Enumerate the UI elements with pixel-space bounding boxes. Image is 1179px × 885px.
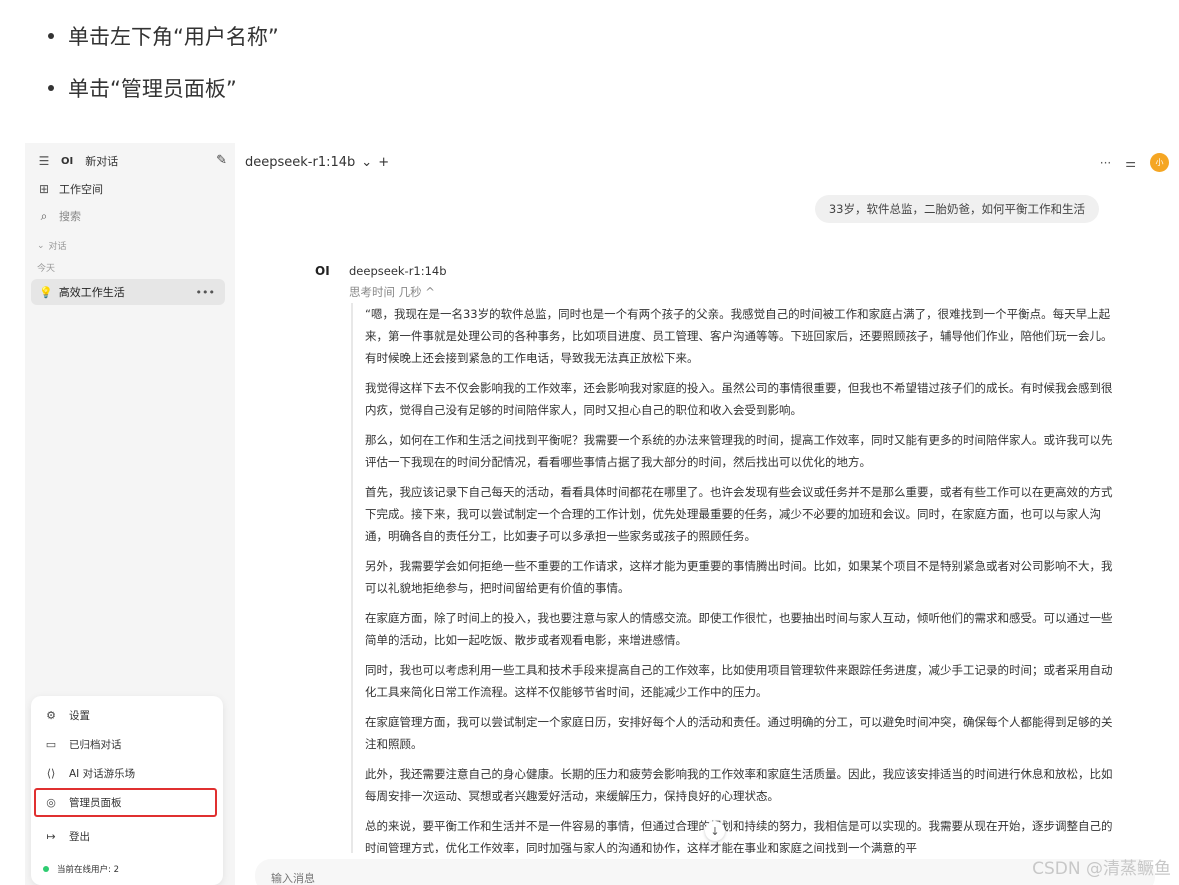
watermark: CSDN @清蒸鳜鱼	[1032, 859, 1171, 879]
avatar[interactable]: 小	[1150, 153, 1169, 172]
section-chats[interactable]: ⌄ 对话	[37, 239, 67, 253]
highlight-box	[34, 788, 217, 817]
ai-logo: OI	[315, 264, 330, 278]
instruction-step-2: 单击“管理员面板”	[48, 70, 279, 106]
group-today: 今天	[37, 264, 56, 274]
new-chat-edit-icon[interactable]: ✎	[216, 153, 227, 168]
message-input-box[interactable]	[255, 859, 1155, 885]
gear-icon: ⚙	[46, 709, 56, 722]
instruction-text: 单击左下角“用户名称”	[68, 25, 279, 49]
instruction-text: 单击“管理员面板”	[68, 77, 237, 101]
new-chat-row[interactable]: ☰ OI 新对话	[35, 153, 119, 169]
scroll-down-icon[interactable]: ↓	[705, 821, 725, 841]
menu-item-label: AI 对话游乐场	[69, 768, 136, 780]
search-icon: ⌕	[40, 208, 48, 223]
menu-item-playground[interactable]: ⟨⟩ AI 对话游乐场	[43, 766, 135, 781]
menu-icon[interactable]: ☰	[35, 154, 53, 168]
reasoning-paragraph: 那么，如何在工作和生活之间找到平衡呢？我需要一个系统的办法来管理我的时间，提高工…	[365, 433, 1113, 469]
menu-item-label: 已归档对话	[69, 739, 122, 751]
ai-model-name: deepseek-r1:14b	[349, 264, 447, 278]
message-input[interactable]	[269, 871, 873, 885]
sidebar: ☰ OI 新对话 ✎ ⊞ 工作空间 ⌕ 搜索 ⌄ 对话 今天 💡 高效工作生活 …	[25, 143, 235, 885]
workspace-label: 工作空间	[59, 183, 103, 196]
new-chat-label[interactable]: 新对话	[85, 153, 118, 169]
reasoning-paragraph: 总的来说，要平衡工作和生活并不是一件容易的事情，但通过合理的规划和持续的努力，我…	[365, 819, 1113, 853]
thinking-toggle[interactable]: 思考时间 几秒 ^	[349, 284, 435, 300]
menu-item-archived[interactable]: ▭ 已归档对话	[43, 737, 122, 752]
online-users-text: 当前在线用户: 2	[57, 865, 119, 875]
reasoning-paragraph: 在家庭管理方面，我可以尝试制定一个家庭日历，安排好每个人的活动和责任。通过明确的…	[365, 715, 1113, 751]
instruction-step-1: 单击左下角“用户名称”	[48, 18, 279, 54]
section-chats-label: 对话	[48, 242, 67, 252]
search-input[interactable]: 搜索	[59, 208, 81, 224]
bullet-dot	[48, 33, 54, 39]
reasoning-paragraph: “嗯，我现在是一名33岁的软件总监，同时也是一个有两个孩子的父亲。我感觉自己的时…	[365, 307, 1113, 365]
model-selector[interactable]: deepseek-r1:14b ⌄ +	[245, 155, 395, 170]
menu-item-label: 设置	[69, 710, 90, 722]
chat-more-icon[interactable]: •••	[196, 286, 215, 299]
controls-icon[interactable]: ⚌	[1125, 156, 1136, 170]
chevron-down-icon[interactable]: ⌄	[361, 155, 372, 170]
menu-item-logout[interactable]: ↦ 登出	[43, 829, 90, 844]
header-actions: ··· ⚌ 小	[1100, 153, 1169, 172]
chevron-down-icon: ⌄	[37, 240, 45, 251]
logout-icon: ↦	[46, 830, 56, 843]
add-model-button[interactable]: +	[378, 155, 389, 170]
reasoning-paragraph: 此外，我还需要注意自己的身心健康。长期的压力和疲劳会影响我的工作效率和家庭生活质…	[365, 767, 1113, 803]
more-options-icon[interactable]: ···	[1100, 156, 1111, 170]
reasoning-paragraph: 另外，我需要学会如何拒绝一些不重要的工作请求，这样才能为更重要的事情腾出时间。比…	[365, 559, 1113, 595]
lightbulb-icon: 💡	[39, 285, 53, 299]
reasoning-paragraph: 在家庭方面，除了时间上的投入，我也要注意与家人的情感交流。即使工作很忙，也要抽出…	[365, 611, 1113, 647]
chat-title: 高效工作生活	[58, 286, 125, 299]
menu-item-label: 登出	[69, 831, 90, 843]
bullet-dot	[48, 85, 54, 91]
reasoning-paragraph: 首先，我应该记录下自己每天的活动，看看具体时间都花在哪里了。也许会发现有些会议或…	[365, 485, 1113, 543]
workspace-icon: ⊞	[38, 182, 50, 196]
reasoning-paragraph: 同时，我也可以考虑利用一些工具和技术手段来提高自己的工作效率，比如使用项目管理软…	[365, 663, 1113, 699]
model-name[interactable]: deepseek-r1:14b	[245, 155, 355, 170]
instruction-list: 单击左下角“用户名称” 单击“管理员面板”	[48, 18, 279, 122]
search-row[interactable]: ⌕ 搜索	[35, 208, 81, 224]
reasoning-block: “嗯，我现在是一名33岁的软件总监，同时也是一个有两个孩子的父亲。我感觉自己的时…	[351, 303, 1115, 853]
reasoning-paragraph: 我觉得这样下去不仅会影响我的工作效率，还会影响我对家庭的投入。虽然公司的事情很重…	[365, 381, 1113, 417]
chat-list-item[interactable]: 💡 高效工作生活 •••	[31, 279, 225, 305]
brand-logo: OI	[61, 155, 74, 167]
user-message: 33岁，软件总监，二胎奶爸，如何平衡工作和生活	[814, 195, 1099, 223]
code-icon: ⟨⟩	[46, 767, 56, 780]
online-dot	[43, 866, 49, 872]
menu-item-settings[interactable]: ⚙ 设置	[43, 708, 90, 723]
main-panel: deepseek-r1:14b ⌄ + ··· ⚌ 小 33岁，软件总监，二胎奶…	[235, 143, 1179, 885]
app-screenshot: ☰ OI 新对话 ✎ ⊞ 工作空间 ⌕ 搜索 ⌄ 对话 今天 💡 高效工作生活 …	[25, 143, 1179, 885]
online-users-status: 当前在线用户: 2	[43, 863, 119, 875]
user-menu: ⚙ 设置 ▭ 已归档对话 ⟨⟩ AI 对话游乐场 ◎ 管理员面板 ↦ 登出 当前…	[31, 696, 223, 885]
archive-icon: ▭	[45, 738, 57, 751]
workspace-link[interactable]: ⊞ 工作空间	[35, 181, 103, 197]
